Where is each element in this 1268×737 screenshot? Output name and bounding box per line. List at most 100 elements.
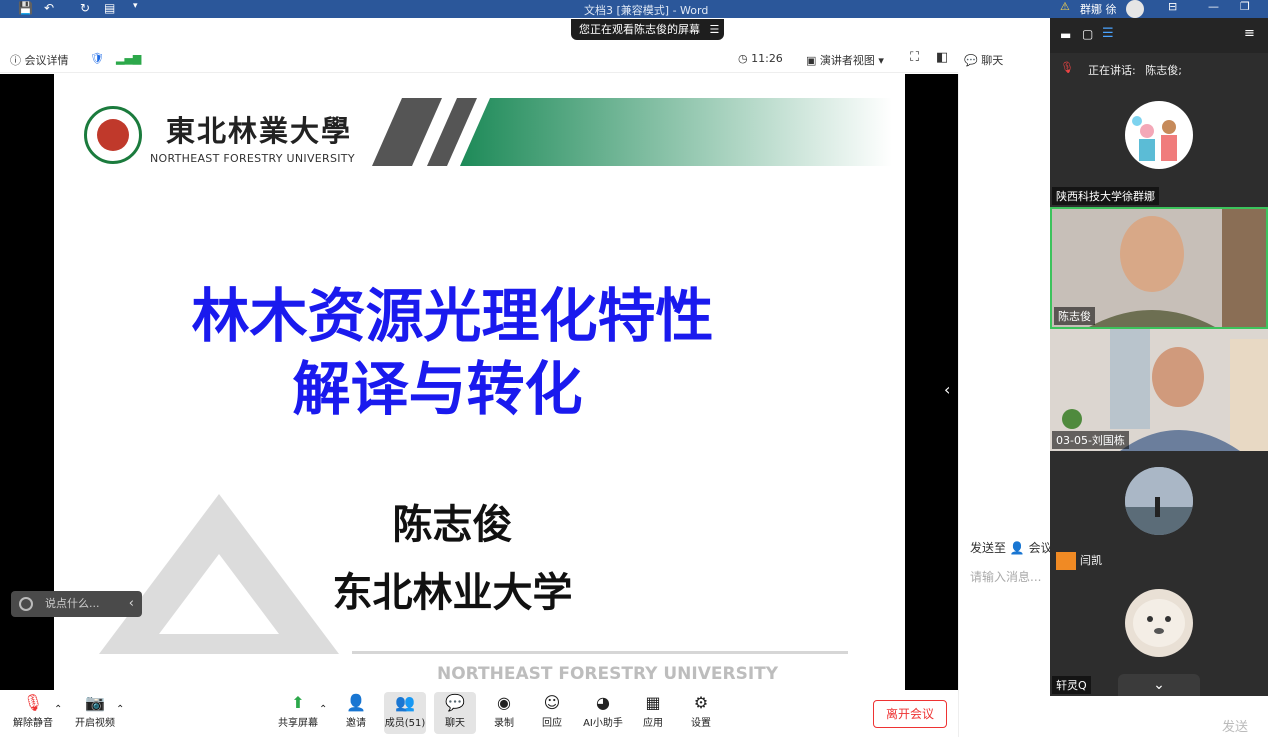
avatar[interactable] bbox=[1126, 0, 1144, 18]
format-icon[interactable]: ▤ bbox=[104, 1, 115, 15]
settings-button[interactable]: ⚙ 设置 bbox=[686, 693, 716, 730]
warning-icon[interactable]: ⚠ bbox=[1060, 0, 1070, 13]
word-window-title: 文档3 [兼容模式] - Word bbox=[584, 4, 709, 17]
slide-title-line1: 林木资源光理化特性 bbox=[191, 282, 714, 350]
record-label: 录制 bbox=[494, 718, 514, 729]
chat-tab-label: 聊天 bbox=[981, 54, 1004, 67]
participants-panel: ▬ ▢ ☰ ≡ 🎙 正在讲话: 陈志俊; 陕西科技大学徐群娜 陈志俊 03-05… bbox=[1050, 18, 1268, 696]
chat-send-button[interactable]: 发送 bbox=[1222, 716, 1248, 735]
ribbon-display-icon[interactable]: ⊟ bbox=[1168, 0, 1177, 13]
minimize-panel-icon[interactable]: ▬ bbox=[1060, 28, 1071, 42]
redo-icon[interactable]: ↻ bbox=[80, 1, 90, 15]
screen-share-banner[interactable]: 您正在观看陈志俊的屏幕 ☰ bbox=[571, 19, 724, 40]
invite-label: 邀请 bbox=[346, 718, 366, 729]
window-icon[interactable]: ▢ bbox=[1082, 27, 1093, 41]
customize-icon[interactable]: ▾ bbox=[133, 1, 138, 11]
share-screen-icon: ⬆ bbox=[291, 693, 305, 712]
minimize-icon[interactable]: — bbox=[1208, 0, 1219, 13]
record-icon: ◉ bbox=[497, 693, 511, 712]
chat-icon: 💬 bbox=[445, 693, 465, 712]
participant-tile[interactable]: 陕西科技大学徐群娜 bbox=[1050, 85, 1268, 207]
signal-icon[interactable]: ▂▄▆ bbox=[116, 52, 141, 65]
chat-tab[interactable]: 💬 聊天 bbox=[964, 52, 1003, 68]
participant-name: 03-05-刘国栋 bbox=[1052, 431, 1129, 449]
meeting-top-bar: ⓘ 会议详情 🛡 ▂▄▆ ◷ 11:26 ▣ 演讲者视图 ▾ ⛶ ◧ bbox=[0, 45, 958, 73]
save-icon[interactable]: 💾 bbox=[18, 1, 33, 15]
meeting-details-button[interactable]: ⓘ 会议详情 bbox=[10, 52, 69, 68]
participant-tile[interactable]: 03-05-刘国栋 bbox=[1050, 329, 1268, 451]
chevron-left-icon[interactable]: ‹ bbox=[129, 591, 134, 617]
slide-speaker-name: 陈志俊 bbox=[392, 502, 513, 548]
university-seal-icon bbox=[84, 106, 142, 164]
logo-chinese: 東北林業大學 bbox=[166, 114, 353, 148]
settings-label: 设置 bbox=[691, 718, 711, 729]
footer-divider bbox=[352, 651, 848, 654]
ai-assistant-icon: ◕ bbox=[596, 693, 610, 712]
clock-indicator: ◷ 11:26 bbox=[738, 52, 783, 65]
leave-meeting-button[interactable]: 离开会议 bbox=[873, 700, 947, 728]
logo-english: NORTHEAST FORESTRY UNIVERSITY bbox=[150, 152, 355, 165]
participant-tile[interactable]: 闫凯 bbox=[1050, 451, 1268, 573]
emoji-icon[interactable] bbox=[19, 597, 33, 611]
share-screen-button[interactable]: ⬆ 共享屏幕 bbox=[276, 693, 320, 730]
word-title-bar: 💾 ↶ ↻ ▤ ▾ 文档3 [兼容模式] - Word ⚠ 群娜 徐 ⊟ — ❐ bbox=[0, 0, 1268, 18]
apps-icon: ▦ bbox=[645, 693, 661, 712]
start-video-button[interactable]: 📷 开启视频 bbox=[72, 694, 118, 730]
more-options-icon[interactable]: ≡ bbox=[1244, 26, 1255, 41]
speaking-name: 陈志俊; bbox=[1145, 64, 1182, 77]
participant-tile[interactable]: 陈志俊 bbox=[1050, 207, 1268, 329]
chevron-up-icon[interactable]: ⌃ bbox=[54, 704, 62, 715]
undo-icon[interactable]: ↶ bbox=[44, 1, 54, 15]
chat-input[interactable]: 请输入消息... bbox=[970, 568, 1041, 585]
avatar bbox=[1125, 101, 1193, 169]
mic-muted-icon: 🎙 bbox=[22, 693, 44, 712]
participants-header: ▬ ▢ ☰ ≡ bbox=[1050, 18, 1268, 53]
unmute-button[interactable]: 🎙 解除静音 bbox=[10, 693, 56, 730]
send-to-label: 发送至 bbox=[970, 541, 1007, 555]
chevron-down-icon[interactable]: ⌄ bbox=[1118, 674, 1200, 696]
chevron-up-icon[interactable]: ⌃ bbox=[116, 704, 124, 715]
meeting-details-label: 会议详情 bbox=[24, 54, 69, 67]
record-button[interactable]: ◉ 录制 bbox=[488, 693, 520, 730]
word-user-name: 群娜 徐 bbox=[1080, 3, 1117, 16]
user-icon: 👤 bbox=[1009, 541, 1029, 555]
chevron-up-icon[interactable]: ⌃ bbox=[319, 704, 327, 715]
current-speaker-bar: 🎙 正在讲话: 陈志俊; bbox=[1050, 53, 1268, 83]
layout-icon[interactable]: ◧ bbox=[936, 50, 948, 65]
user-icon bbox=[1056, 552, 1076, 570]
collapse-panel-icon[interactable]: ‹ bbox=[944, 380, 950, 399]
menu-icon[interactable]: ☰ bbox=[710, 23, 720, 36]
participant-name: 陈志俊 bbox=[1054, 307, 1095, 325]
share-label: 共享屏幕 bbox=[278, 718, 318, 729]
add-user-icon: 👤 bbox=[346, 693, 366, 712]
unmute-label: 解除静音 bbox=[13, 718, 53, 729]
send-to-selector[interactable]: 发送至 👤 会议 bbox=[970, 539, 1053, 556]
speaker-view-dropdown[interactable]: ▣ 演讲者视图 ▾ bbox=[806, 52, 884, 68]
start-video-label: 开启视频 bbox=[75, 718, 115, 729]
gear-icon: ⚙ bbox=[693, 693, 709, 712]
speaking-indicator: 正在讲话: 陈志俊; bbox=[1088, 62, 1182, 78]
reaction-button[interactable]: ☺ 回应 bbox=[536, 694, 568, 730]
slide-footer-text: NORTHEAST FORESTRY UNIVERSITY bbox=[437, 664, 779, 684]
apps-button[interactable]: ▦ 应用 bbox=[638, 693, 668, 730]
mic-muted-icon: 🎙 bbox=[1060, 61, 1074, 74]
users-icon: 👥 bbox=[395, 693, 415, 712]
slide-title-line2: 解译与转化 bbox=[292, 355, 583, 423]
members-button[interactable]: 👥 成员(51) bbox=[384, 692, 426, 734]
chat-button[interactable]: 💬 聊天 bbox=[434, 692, 476, 734]
ai-label: AI小助手 bbox=[583, 718, 623, 729]
say-something-input[interactable]: 说点什么... ‹ bbox=[11, 591, 142, 617]
speaking-label: 正在讲话: bbox=[1088, 64, 1136, 77]
avatar bbox=[1125, 589, 1193, 657]
meeting-toolbar: 🎙 解除静音 ⌃ 📷 开启视频 ⌃ ⬆ 共享屏幕 ⌃ 👤 邀请 👥 成员(51) 💬 聊天 … bbox=[0, 690, 958, 737]
participant-name: 陕西科技大学徐群娜 bbox=[1052, 187, 1159, 205]
shield-icon[interactable]: 🛡 bbox=[90, 52, 104, 65]
restore-icon[interactable]: ❐ bbox=[1240, 0, 1250, 13]
invite-button[interactable]: 👤 邀请 bbox=[340, 693, 372, 730]
participant-tile[interactable]: 轩灵Q ⌄ bbox=[1050, 573, 1268, 696]
list-layout-icon[interactable]: ☰ bbox=[1102, 26, 1114, 41]
chat-panel: 发送至 👤 会议 请输入消息... bbox=[958, 74, 1053, 737]
chat-tab-bar: 💬 聊天 bbox=[958, 45, 1050, 73]
fullscreen-icon[interactable]: ⛶ bbox=[910, 50, 919, 65]
ai-assistant-button[interactable]: ◕ AI小助手 bbox=[580, 693, 626, 730]
